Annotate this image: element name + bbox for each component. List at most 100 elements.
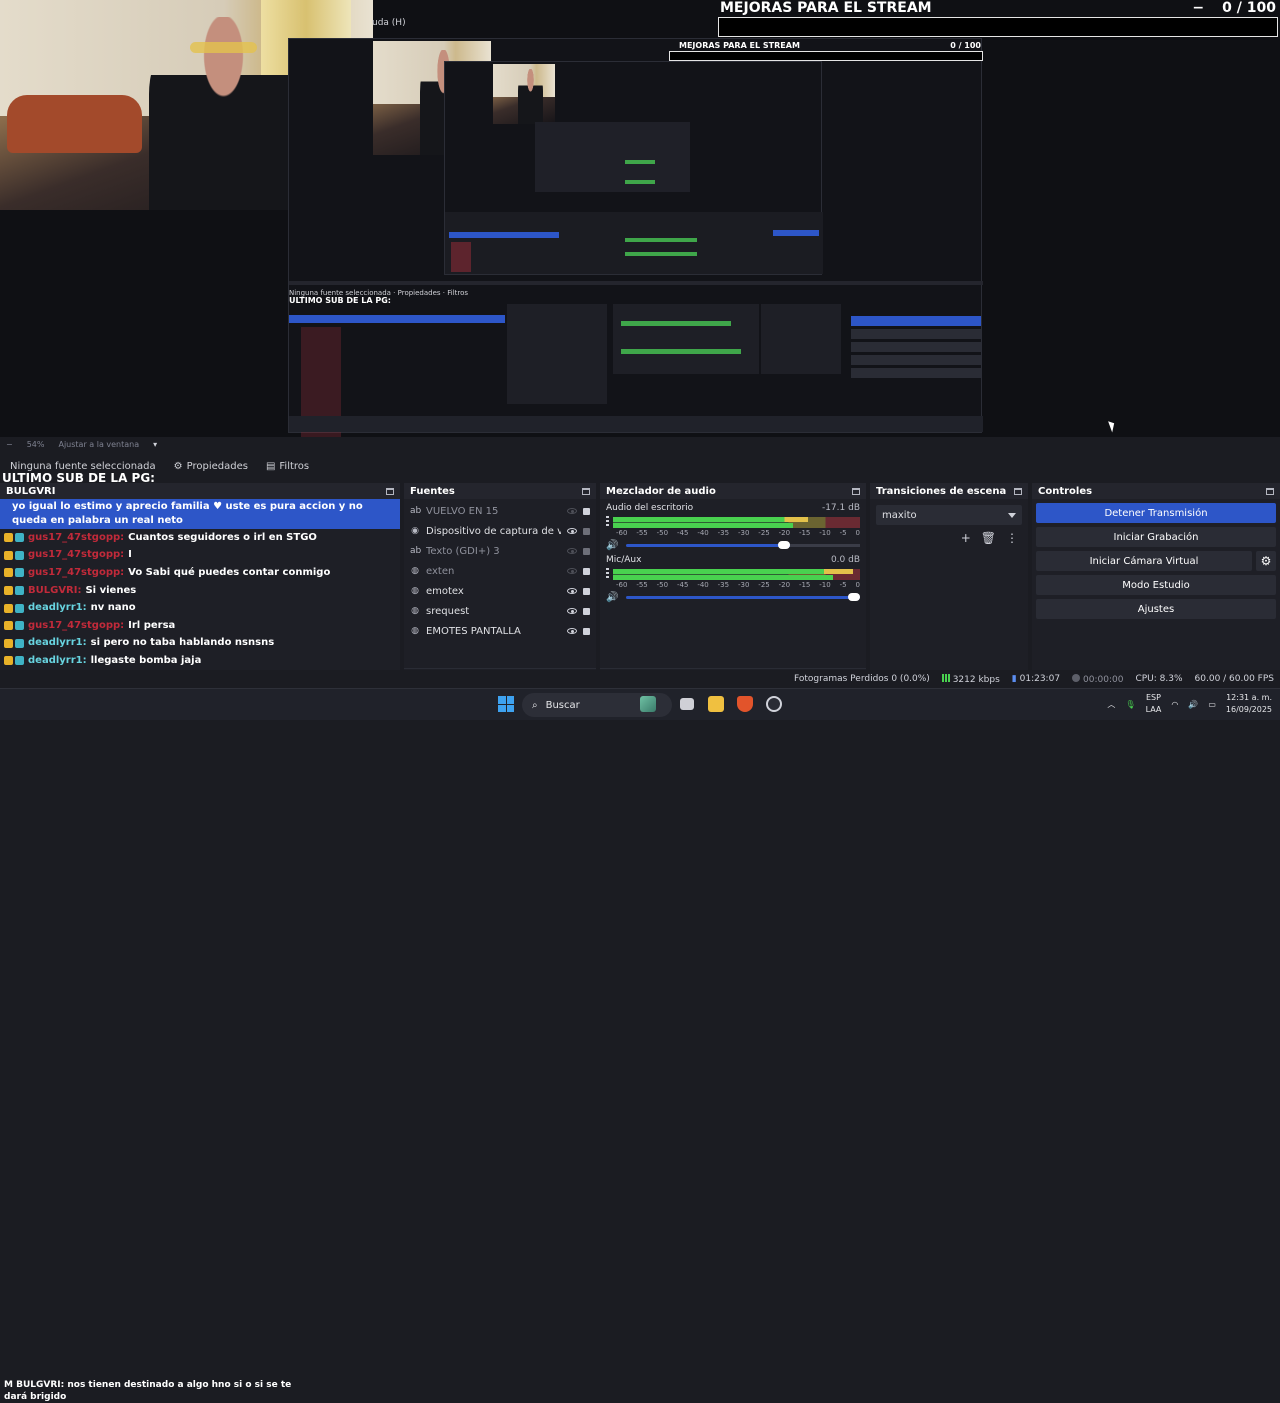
chat-username[interactable]: gus17_47stgopp: <box>28 531 124 545</box>
windows-start-icon[interactable] <box>498 696 514 712</box>
source-item[interactable]: ab VUELVO EN 15 <box>404 501 596 521</box>
widgets-icon[interactable] <box>640 696 656 712</box>
chat-username[interactable]: deadlyrr1: <box>28 654 87 668</box>
chat-message[interactable]: deadlyrr1: nv nano <box>0 599 400 617</box>
chat-message[interactable]: BULGVRI: Si vienes <box>0 582 400 600</box>
chat-message[interactable]: deadlyrr1: llegaste bomba jaja <box>0 652 400 670</box>
meter-tick-label: -25 <box>758 529 770 537</box>
file-explorer-icon[interactable] <box>708 696 724 712</box>
source-item[interactable]: ab Texto (GDI+) 3 <box>404 541 596 561</box>
channel-menu-icon[interactable] <box>606 516 609 528</box>
lock-icon[interactable] <box>583 607 590 615</box>
source-item[interactable]: ◍ emotex <box>404 581 596 601</box>
gear-icon[interactable]: ⚙ <box>1256 551 1276 571</box>
source-item[interactable]: ◍ EMOTES PANTALLA <box>404 621 596 641</box>
eye-icon[interactable] <box>567 588 577 594</box>
meter-scale: -60 -55 -50 -45 -40 -35 -30 -25 -20 -15 -10 -5 0 <box>616 581 860 589</box>
language-indicator[interactable]: ESP LAA <box>1146 692 1162 716</box>
sub-badge-icon <box>15 621 24 631</box>
source-item[interactable]: ◍ exten <box>404 561 596 581</box>
chat-username[interactable]: gus17_47stgopp: <box>28 566 124 580</box>
sub-badge-icon <box>15 568 24 578</box>
add-transition-icon[interactable]: + <box>961 531 971 545</box>
properties-button[interactable]: ⚙ Propiedades <box>170 459 252 474</box>
studio-mode-button[interactable]: Modo Estudio <box>1036 575 1276 595</box>
source-item[interactable]: ◍ srequest <box>404 601 596 621</box>
volume-meter <box>613 568 860 580</box>
eye-icon[interactable] <box>567 628 577 634</box>
undock-icon[interactable] <box>386 487 394 495</box>
chat-badges <box>4 586 24 596</box>
transition-select[interactable]: maxito <box>876 505 1022 525</box>
chevron-down-icon[interactable]: ▾ <box>153 440 157 449</box>
lock-icon[interactable] <box>583 587 590 595</box>
eye-icon[interactable] <box>567 608 577 614</box>
meter-tick-label: -35 <box>717 581 730 589</box>
settings-button[interactable]: Ajustes <box>1036 599 1276 619</box>
crown-badge-icon <box>4 621 13 631</box>
chat-message[interactable]: gus17_47stgopp: Cuantos seguidores o irl … <box>0 529 400 547</box>
overlay-title: MEJORAS PARA EL STREAM <box>720 0 932 16</box>
undock-icon[interactable] <box>1014 487 1022 495</box>
clock[interactable]: 12:31 a. m. 16/09/2025 <box>1226 692 1272 716</box>
stop-stream-button[interactable]: Detener Transmisión <box>1036 503 1276 523</box>
meter-tick-label: -45 <box>676 581 689 589</box>
zoom-fit-label[interactable]: Ajustar a la ventana <box>58 440 139 449</box>
chat-text: llegaste bomba jaja <box>90 654 202 666</box>
meter-tick-label: -40 <box>697 529 709 537</box>
volume-icon[interactable]: 🔊 <box>1188 700 1198 709</box>
chat-message[interactable]: yo igual lo estimo y aprecio familia ♥ u… <box>0 499 400 529</box>
mixer-channel: Audio del escritorio -17.1 dB -60 -55 -50 -45… <box>600 499 866 551</box>
task-view-icon[interactable] <box>680 698 694 710</box>
chat-message[interactable]: gus17_47stgopp: I <box>0 547 400 565</box>
start-recording-button[interactable]: Iniciar Grabación <box>1036 527 1276 547</box>
lock-icon[interactable] <box>583 627 590 635</box>
chat-message[interactable]: gus17_47stgopp: Irl persa <box>0 617 400 635</box>
source-name: Texto (GDI+) 3 <box>426 545 500 557</box>
eye-off-icon[interactable] <box>567 568 577 574</box>
wifi-icon[interactable]: ◠ <box>1171 700 1178 709</box>
unlock-icon[interactable] <box>583 527 590 535</box>
obs-icon[interactable] <box>766 696 782 712</box>
zoom-minus-icon[interactable]: − <box>6 440 13 449</box>
undock-icon[interactable] <box>1266 487 1274 495</box>
chat-username[interactable]: gus17_47stgopp: <box>28 548 124 562</box>
undock-icon[interactable] <box>852 487 860 495</box>
speaker-icon[interactable]: 🔊 <box>606 540 618 551</box>
volume-slider[interactable] <box>626 593 860 601</box>
obs-preview[interactable]: uda (H) MEJORAS PARA EL STREAM 0 / 100 Ni… <box>0 0 1280 437</box>
chevron-up-icon[interactable]: ︿ <box>1107 699 1115 710</box>
lock-icon[interactable] <box>583 507 590 515</box>
unlock-icon[interactable] <box>583 547 590 555</box>
chat-username[interactable]: gus17_47stgopp: <box>28 619 124 633</box>
chat-message[interactable]: deadlyrr1: si pero no taba hablando nsnsn… <box>0 635 400 653</box>
zoom-level[interactable]: 54% <box>27 440 45 449</box>
eye-off-icon[interactable] <box>567 508 577 514</box>
chat-message[interactable]: gus17_47stgopp: Vo Sabi qué puedes contar… <box>0 564 400 582</box>
start-virtual-camera-button[interactable]: Iniciar Cámara Virtual <box>1036 551 1252 571</box>
remove-transition-icon[interactable]: 🗑 <box>981 531 996 545</box>
chat-username[interactable]: deadlyrr1: <box>28 636 87 650</box>
filters-button[interactable]: ▤ Filtros <box>262 459 313 474</box>
battery-icon[interactable]: ▭ <box>1208 700 1216 709</box>
brave-browser-icon[interactable] <box>737 696 753 712</box>
nested-preview-1: MEJORAS PARA EL STREAM 0 / 100 Ninguna fu… <box>288 38 983 437</box>
volume-slider[interactable] <box>626 541 860 549</box>
eye-icon[interactable] <box>567 528 577 534</box>
source-item[interactable]: ◉ Dispositivo de captura de video <box>404 521 596 541</box>
chat-list[interactable]: yo igual lo estimo y aprecio familia ♥ u… <box>0 499 400 688</box>
eye-off-icon[interactable] <box>567 548 577 554</box>
sources-list[interactable]: ab VUELVO EN 15 ◉ Dispositivo de captura de… <box>404 499 596 641</box>
meter-tick-label: -60 <box>616 529 628 537</box>
speaker-icon[interactable]: 🔊 <box>606 592 618 603</box>
undock-icon[interactable] <box>582 487 590 495</box>
transition-menu-icon[interactable]: ⋮ <box>1006 531 1018 545</box>
microphone-icon[interactable]: 🎙 <box>1125 700 1135 709</box>
chat-username[interactable]: deadlyrr1: <box>28 601 87 615</box>
chevron-down-icon <box>1008 512 1016 518</box>
meter-tick-label: -30 <box>737 581 750 589</box>
channel-menu-icon[interactable] <box>606 568 609 580</box>
chat-username[interactable]: BULGVRI: <box>28 584 81 598</box>
lock-icon[interactable] <box>583 567 590 575</box>
transitions-header: Transiciones de escena <box>870 483 1028 499</box>
